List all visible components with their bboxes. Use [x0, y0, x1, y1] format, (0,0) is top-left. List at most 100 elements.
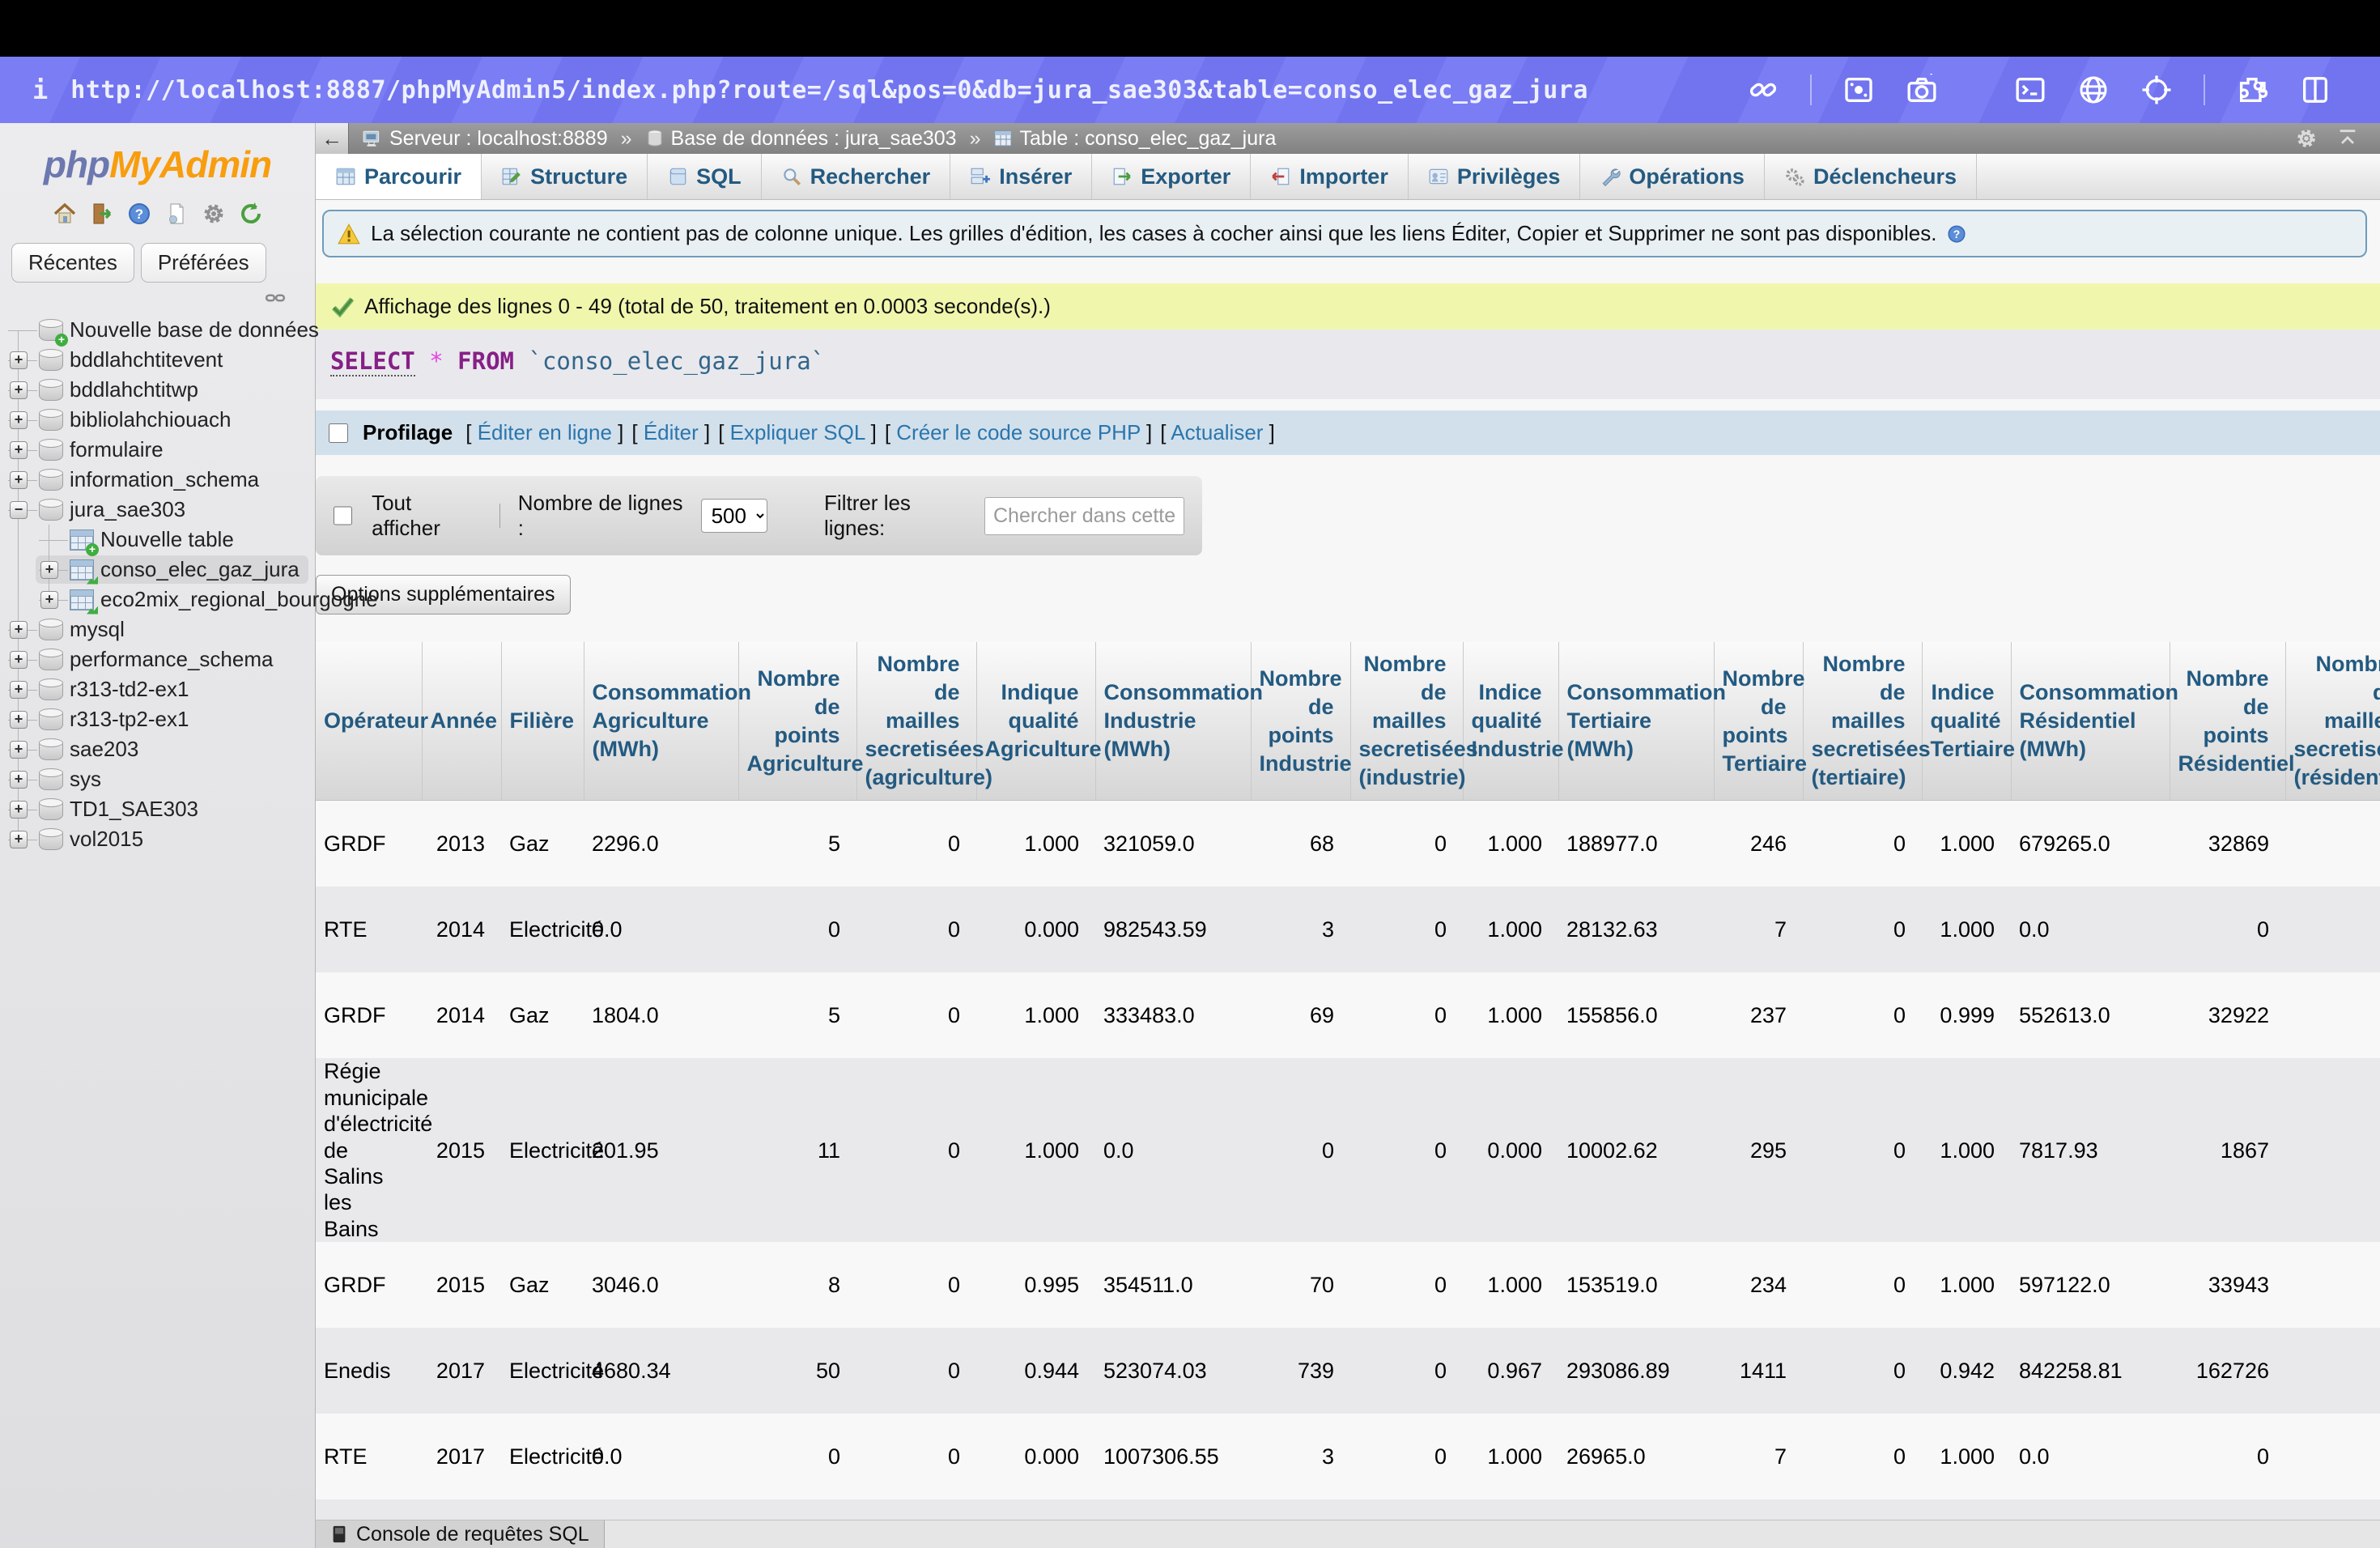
column-header[interactable]: Filière: [501, 642, 584, 802]
tree-expander[interactable]: +: [10, 740, 28, 759]
tab-sql[interactable]: SQL: [648, 154, 762, 199]
tree-expander[interactable]: +: [10, 710, 28, 729]
sidebar-tree-item[interactable]: + bddlahchtitevent: [0, 345, 315, 375]
column-header[interactable]: Nombre de mailles secretisées (tertiaire…: [1803, 642, 1931, 802]
column-header[interactable]: Nombre de mailles secretisées (industrie…: [1350, 642, 1478, 802]
tree-expander[interactable]: +: [10, 410, 28, 429]
sidebar-tree-item[interactable]: − jura_sae303: [0, 495, 315, 525]
tree-expander[interactable]: +: [10, 440, 28, 459]
logout-icon[interactable]: [87, 199, 117, 228]
tab-exporter[interactable]: Exporter: [1092, 154, 1252, 199]
help-icon[interactable]: ?: [1946, 223, 1967, 245]
breadcrumb-database[interactable]: Base de données : jura_sae303: [645, 127, 957, 151]
tree-expander[interactable]: −: [10, 500, 28, 519]
tree-expander[interactable]: +: [40, 560, 58, 579]
rows-count-select[interactable]: 500: [700, 499, 767, 533]
sidebar-tree-item[interactable]: + bddlahchtitwp: [0, 375, 315, 405]
create-php-code-link[interactable]: Créer le code source PHP: [885, 420, 1152, 445]
column-header[interactable]: Année: [422, 642, 502, 802]
info-icon[interactable]: i: [32, 74, 48, 105]
tree-item-label[interactable]: r313-td2-ex1: [70, 677, 189, 702]
sidebar-tree-item[interactable]: + r313-td2-ex1: [0, 674, 315, 704]
tree-item-label[interactable]: Nouvelle table: [100, 527, 234, 552]
tree-item-label[interactable]: information_schema: [70, 467, 259, 492]
tab-parcourir[interactable]: Parcourir: [316, 154, 482, 199]
favorite-tables-button[interactable]: Préférées: [140, 243, 266, 283]
column-header[interactable]: Indice qualité Industrie: [1463, 642, 1564, 802]
tree-expander[interactable]: +: [10, 470, 28, 489]
tree-item-label[interactable]: vol2015: [70, 827, 143, 852]
terminal-icon[interactable]: [2014, 74, 2046, 106]
tree-item-label[interactable]: r313-tp2-ex1: [70, 707, 189, 732]
tab-operations[interactable]: Opérations: [1580, 154, 1765, 199]
edit-link[interactable]: Éditer: [631, 420, 710, 445]
tree-expander[interactable]: +: [10, 351, 28, 369]
refresh-link[interactable]: Actualiser: [1160, 420, 1275, 445]
sidebar-tree-item[interactable]: + formulaire: [0, 435, 315, 465]
url-text[interactable]: http://localhost:8887/phpMyAdmin5/index.…: [70, 76, 1588, 104]
puzzle-icon[interactable]: [2236, 74, 2268, 106]
reload-icon[interactable]: [236, 199, 266, 228]
sidebar-tree-item[interactable]: Nouvelle base de données: [0, 315, 319, 347]
column-header[interactable]: Consommation Agriculture (MWh): [584, 642, 751, 802]
sidebar-tree-item[interactable]: + performance_schema: [0, 644, 315, 674]
sidebar-tree-item[interactable]: + information_schema: [0, 465, 315, 495]
globe-icon[interactable]: [2077, 74, 2110, 106]
help-icon[interactable]: ?: [125, 199, 154, 228]
column-header[interactable]: Nombre de points Tertiaire: [1714, 642, 1807, 802]
sidebar-tree-item[interactable]: + vol2015: [0, 824, 315, 854]
tab-structure[interactable]: Structure: [482, 154, 648, 199]
docs-icon[interactable]: [162, 199, 191, 228]
tree-item-label[interactable]: eco2mix_regional_bourgogne: [100, 587, 378, 612]
explain-sql-link[interactable]: Expliquer SQL: [718, 420, 877, 445]
tree-item-label[interactable]: jura_sae303: [70, 497, 185, 522]
tree-expander[interactable]: +: [10, 830, 28, 848]
column-header[interactable]: Opérateur: [316, 642, 428, 802]
tab-privileges[interactable]: Privilèges: [1409, 154, 1581, 199]
tree-item-label[interactable]: mysql: [70, 617, 125, 642]
tree-expander[interactable]: +: [10, 770, 28, 789]
tree-item-label[interactable]: sys: [70, 767, 101, 792]
sidebar-tree-item[interactable]: + mysql: [0, 615, 315, 644]
column-header[interactable]: Consommation Résidentiel (MWh): [2011, 642, 2178, 802]
tree-item-label[interactable]: Nouvelle base de données: [70, 317, 319, 342]
column-header[interactable]: Nombre de mailles secretisées (résidenti…: [2285, 642, 2380, 802]
tree-expander[interactable]: +: [10, 650, 28, 669]
sidebar-tree-item[interactable]: + sae203: [0, 734, 315, 764]
tree-item-label[interactable]: performance_schema: [70, 647, 273, 672]
tree-item-label[interactable]: bddlahchtitwp: [70, 377, 198, 402]
column-header[interactable]: Consommation Industrie (MWh): [1095, 642, 1263, 802]
tab-inserer[interactable]: Insérer: [950, 154, 1093, 199]
page-settings-icon[interactable]: [2294, 126, 2318, 151]
sidebar-tree-item[interactable]: + r313-tp2-ex1: [0, 704, 315, 734]
column-header[interactable]: Nombre de mailles secretisées (agricultu…: [856, 642, 992, 802]
column-header[interactable]: Indice qualité Tertiaire: [1922, 642, 2015, 802]
column-header[interactable]: Consommation Tertiaire (MWh): [1558, 642, 1726, 802]
tree-expander[interactable]: +: [10, 680, 28, 699]
breadcrumb-server[interactable]: Serveur : localhost:8889: [362, 127, 608, 151]
tree-item-label[interactable]: bibliolahchiouach: [70, 407, 231, 432]
settings-icon[interactable]: [199, 199, 228, 228]
sql-console-toggle[interactable]: Console de requêtes SQL: [316, 1520, 605, 1548]
sidebar-tree-item[interactable]: + bibliolahchiouach: [0, 405, 315, 435]
home-icon[interactable]: [50, 199, 79, 228]
tree-expander[interactable]: +: [10, 800, 28, 819]
tree-item-label[interactable]: conso_elec_gaz_jura: [100, 557, 300, 582]
image-icon[interactable]: [1842, 74, 1875, 106]
show-all-checkbox[interactable]: [334, 506, 353, 525]
tree-item-label[interactable]: TD1_SAE303: [70, 797, 198, 822]
tab-rechercher[interactable]: Rechercher: [762, 154, 951, 199]
camera-icon[interactable]: [1906, 74, 1938, 106]
sidebar-tree-item[interactable]: + sys: [0, 764, 315, 794]
columns-icon[interactable]: [2299, 74, 2331, 106]
target-icon[interactable]: [2140, 74, 2173, 106]
filter-input[interactable]: [984, 496, 1184, 535]
column-header[interactable]: Nombre de points Industrie: [1251, 642, 1352, 802]
tree-expander[interactable]: +: [40, 590, 58, 609]
tree-expander[interactable]: +: [10, 620, 28, 639]
sidebar-tree-item[interactable]: + TD1_SAE303: [0, 794, 315, 824]
column-header[interactable]: Indique qualité Agriculture: [976, 642, 1102, 802]
tree-item-label[interactable]: formulaire: [70, 437, 164, 462]
unlink-panels-icon[interactable]: [265, 287, 286, 308]
sidebar-tree-item[interactable]: + conso_elec_gaz_jura: [0, 555, 315, 585]
